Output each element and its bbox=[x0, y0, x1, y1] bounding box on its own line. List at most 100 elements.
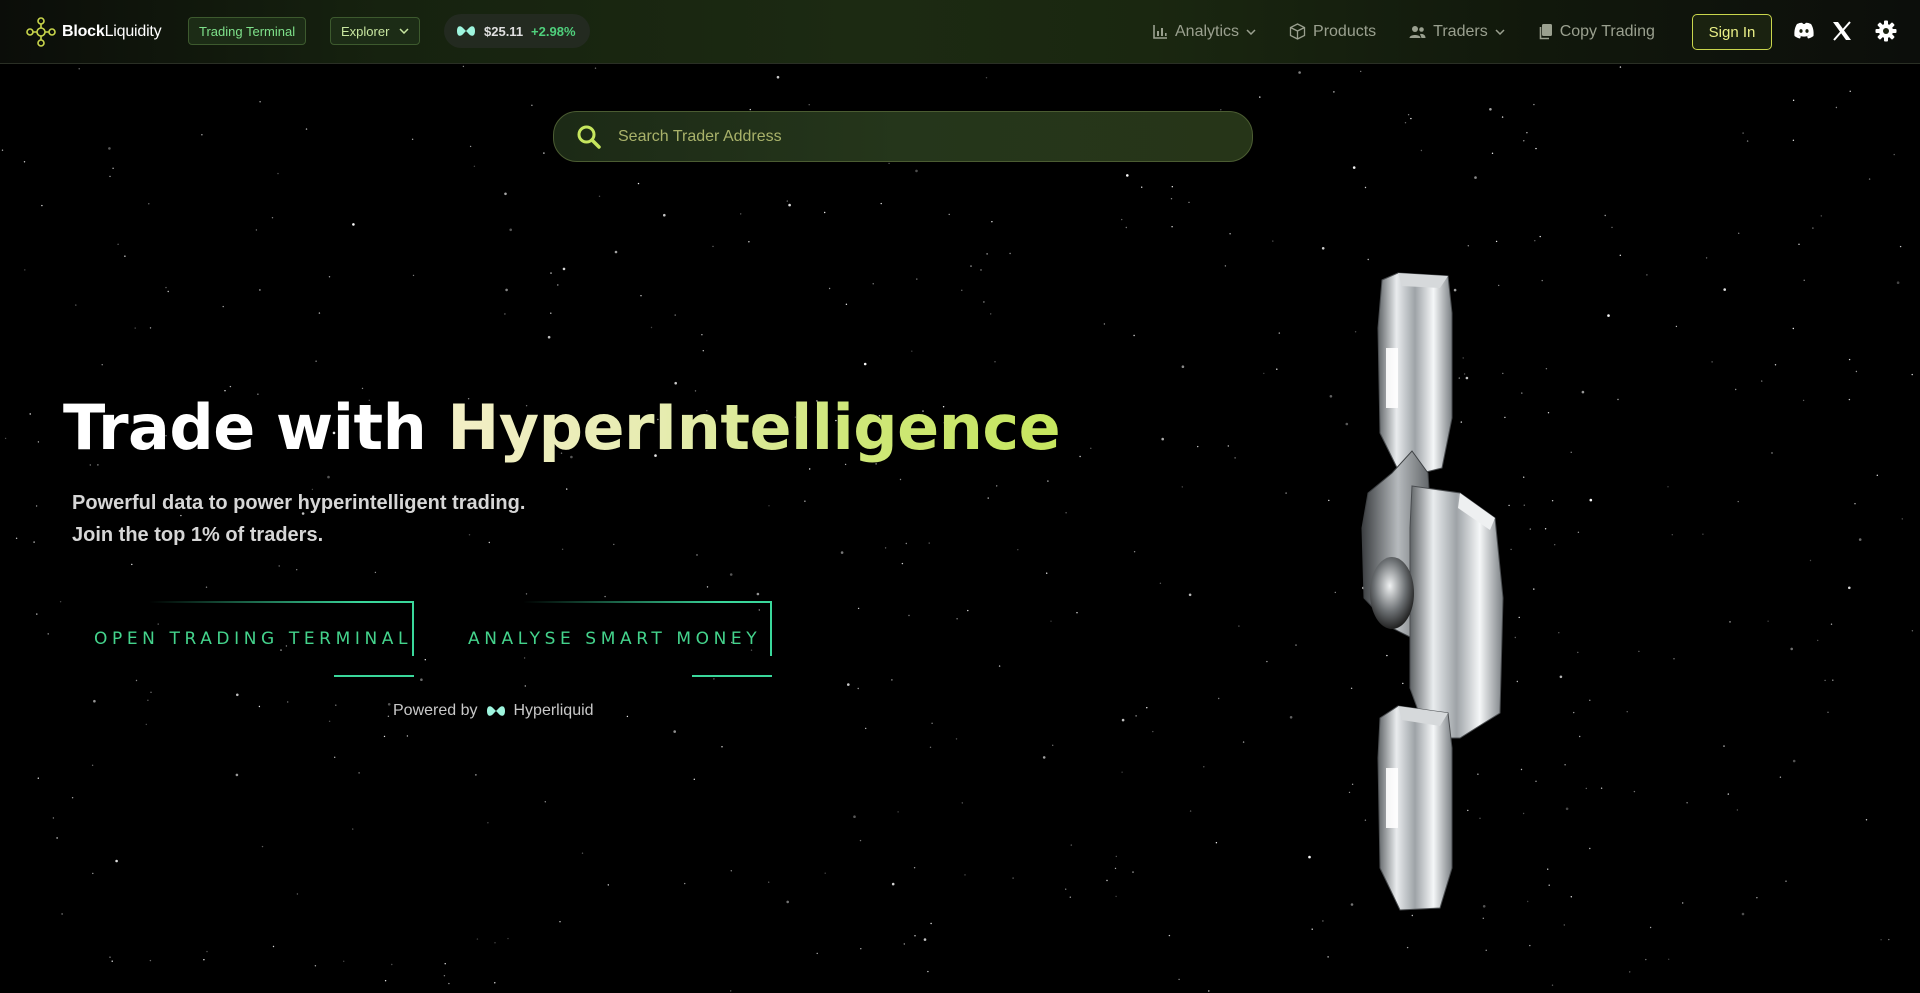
x-icon[interactable] bbox=[1832, 21, 1852, 41]
star bbox=[872, 283, 874, 285]
star bbox=[1171, 226, 1173, 228]
star bbox=[888, 162, 890, 165]
star bbox=[271, 217, 274, 219]
star bbox=[1729, 621, 1731, 623]
star bbox=[1589, 847, 1591, 850]
star bbox=[272, 945, 275, 948]
star bbox=[1133, 334, 1135, 337]
star bbox=[1668, 958, 1670, 960]
star bbox=[1135, 715, 1137, 717]
star bbox=[473, 165, 476, 167]
star bbox=[1548, 884, 1550, 886]
star bbox=[786, 900, 789, 904]
star bbox=[1880, 939, 1882, 941]
gear-icon[interactable] bbox=[1875, 20, 1897, 42]
star bbox=[1876, 474, 1879, 476]
star bbox=[1854, 503, 1856, 505]
star bbox=[1830, 623, 1833, 625]
trader-search-bar[interactable] bbox=[553, 111, 1253, 162]
star bbox=[903, 943, 905, 945]
star bbox=[1047, 480, 1049, 482]
star bbox=[1238, 625, 1240, 627]
star bbox=[1229, 233, 1231, 235]
discord-icon[interactable] bbox=[1793, 19, 1815, 43]
star bbox=[1333, 91, 1335, 93]
nav-traders[interactable]: Traders bbox=[1409, 23, 1505, 41]
star bbox=[961, 802, 963, 804]
star bbox=[543, 152, 545, 154]
nav-products[interactable]: Products bbox=[1289, 23, 1376, 41]
star bbox=[1065, 512, 1067, 514]
star bbox=[614, 250, 618, 254]
star bbox=[1855, 370, 1858, 373]
star bbox=[412, 274, 415, 277]
star bbox=[706, 586, 709, 588]
star bbox=[1218, 697, 1220, 700]
star bbox=[1322, 920, 1324, 922]
star bbox=[712, 245, 714, 248]
star bbox=[1686, 802, 1688, 804]
bar-chart-icon bbox=[1153, 24, 1167, 39]
star bbox=[1802, 399, 1805, 402]
hyperliquid-icon bbox=[486, 706, 505, 716]
star bbox=[24, 269, 26, 271]
star bbox=[411, 138, 414, 140]
nav-copy-trading[interactable]: Copy Trading bbox=[1538, 23, 1655, 41]
token-price-chip[interactable]: $25.11 +2.98% bbox=[444, 14, 590, 48]
star bbox=[930, 922, 932, 925]
star bbox=[916, 278, 918, 280]
analyse-smart-money-button[interactable]: ANALYSE SMART MONEY bbox=[468, 601, 772, 677]
star bbox=[1012, 877, 1014, 879]
star bbox=[1865, 819, 1868, 821]
open-trading-terminal-button[interactable]: OPEN TRADING TERMINAL bbox=[94, 601, 414, 677]
star bbox=[37, 777, 39, 779]
nav-analytics[interactable]: Analytics bbox=[1152, 23, 1256, 41]
brand-logo[interactable]: BlockLiquidity bbox=[24, 15, 162, 49]
star bbox=[1633, 790, 1636, 793]
star bbox=[1581, 390, 1585, 394]
star bbox=[1600, 787, 1603, 789]
star bbox=[607, 884, 609, 886]
star bbox=[1132, 871, 1134, 873]
star bbox=[985, 77, 988, 79]
star bbox=[911, 350, 913, 352]
star bbox=[134, 327, 136, 329]
star bbox=[897, 811, 899, 813]
star bbox=[505, 288, 508, 292]
explorer-dropdown[interactable]: Explorer bbox=[330, 17, 421, 45]
star bbox=[1541, 279, 1543, 282]
star bbox=[929, 746, 932, 748]
logo-icon bbox=[26, 17, 56, 47]
star bbox=[494, 942, 496, 944]
star bbox=[1121, 771, 1123, 773]
star bbox=[1090, 447, 1092, 449]
star bbox=[89, 464, 92, 466]
star bbox=[1308, 855, 1311, 859]
search-icon bbox=[577, 125, 601, 149]
star bbox=[983, 301, 985, 303]
star bbox=[475, 774, 477, 776]
search-input[interactable] bbox=[616, 126, 1180, 147]
star bbox=[650, 326, 653, 329]
star bbox=[1114, 867, 1117, 870]
star bbox=[1705, 257, 1708, 259]
star bbox=[1792, 99, 1795, 102]
chevron-down-icon bbox=[1246, 28, 1256, 35]
hyperliquid-link[interactable]: Hyperliquid bbox=[514, 702, 594, 720]
star bbox=[1577, 651, 1579, 654]
star bbox=[857, 687, 859, 690]
star bbox=[384, 980, 387, 982]
star bbox=[1723, 288, 1726, 291]
trading-terminal-button[interactable]: Trading Terminal bbox=[188, 17, 307, 45]
star bbox=[35, 505, 38, 507]
star bbox=[998, 665, 1001, 667]
star bbox=[1649, 926, 1652, 929]
star bbox=[860, 948, 862, 950]
star bbox=[1046, 572, 1048, 574]
star bbox=[1589, 498, 1593, 502]
star bbox=[1161, 437, 1164, 441]
sign-in-button[interactable]: Sign In bbox=[1692, 14, 1772, 50]
star bbox=[504, 313, 506, 315]
star bbox=[277, 172, 279, 175]
star bbox=[768, 505, 770, 507]
